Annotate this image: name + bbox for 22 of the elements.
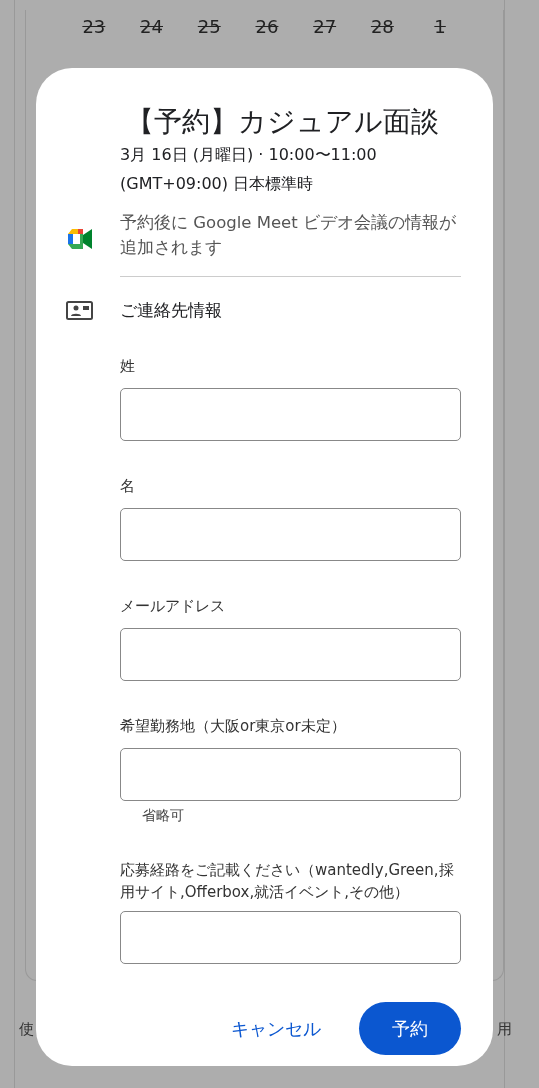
field-hint: 省略可 — [142, 807, 185, 825]
input-field[interactable] — [120, 508, 461, 561]
field-label: メールアドレス — [120, 596, 226, 617]
book-button[interactable]: 予約 — [359, 1002, 461, 1055]
background-text: 使 — [19, 1020, 34, 1039]
input-field[interactable] — [120, 748, 461, 801]
contact-card-icon — [66, 301, 93, 320]
section-heading: ご連絡先情報 — [120, 299, 222, 321]
background-text: 用 — [497, 1020, 512, 1039]
field-label: 姓 — [120, 356, 136, 377]
timezone-text: (GMT+09:00) 日本標準時 — [120, 173, 315, 195]
meet-note: 予約後に Google Meet ビデオ会議の情報が追加されます — [120, 212, 457, 259]
field-label: 応募経路をご記載ください（wantedly,Green,採用サイト,Offerbox,就活イベント,その他） — [120, 860, 455, 903]
input-field[interactable] — [120, 911, 461, 964]
input-field[interactable] — [120, 628, 461, 681]
date-text: 3月 16日 (月曜日) · 10:00〜11:00 — [120, 144, 378, 166]
dialog-title: 【予約】カジュアル面談 — [126, 104, 440, 140]
cancel-button[interactable]: キャンセル — [231, 1008, 321, 1049]
input-field[interactable] — [120, 388, 461, 441]
video-camera-icon — [68, 229, 92, 249]
field-label: 名 — [120, 476, 136, 497]
field-label: 希望勤務地（大阪or東京or未定） — [120, 716, 347, 737]
